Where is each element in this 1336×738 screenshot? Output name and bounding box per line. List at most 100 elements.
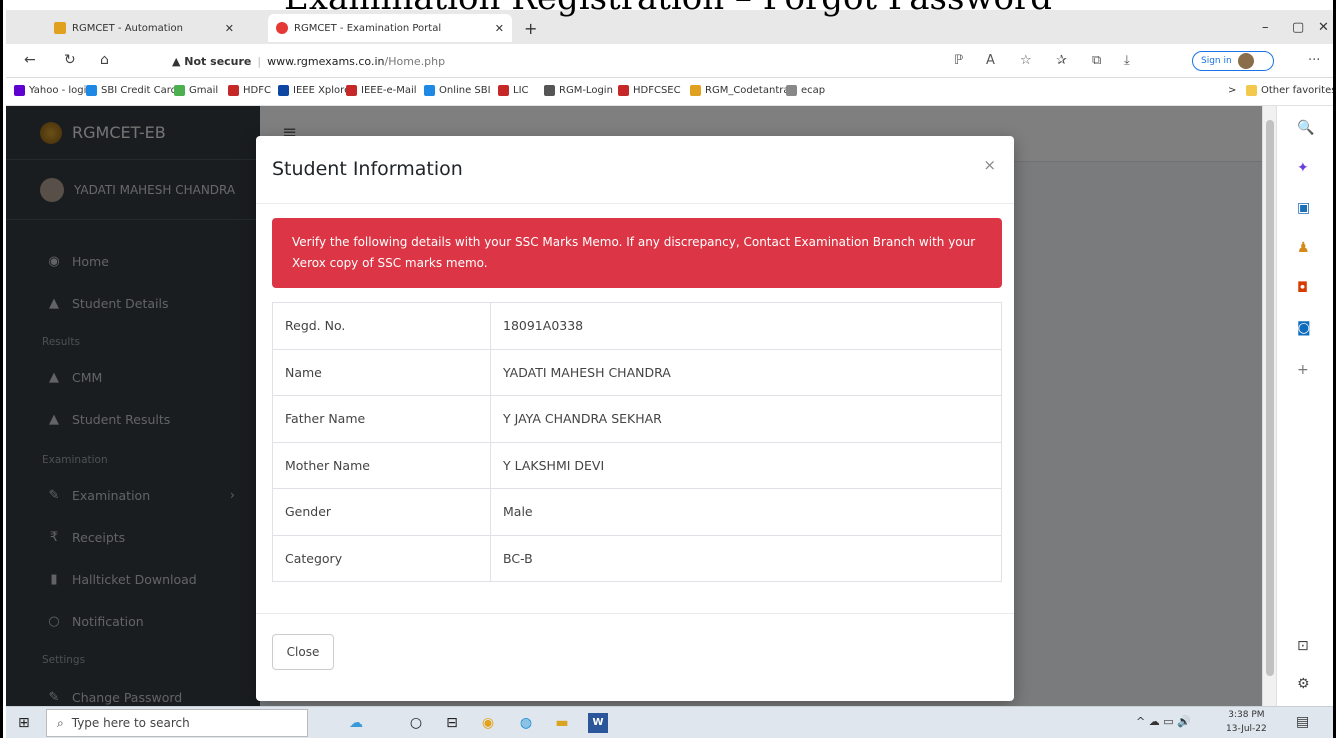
favorite-rgm-login[interactable]: RGM-Login — [544, 85, 613, 96]
document-title: Examination Registration – Forgot Passwo… — [3, 0, 1333, 18]
notifications-icon[interactable]: ▤ — [1296, 714, 1309, 730]
other-favorites[interactable]: Other favorites — [1246, 85, 1333, 96]
screenshot-frame: RGMCET - Automation ✕ RGMCET - Examinati… — [0, 0, 1336, 738]
tab-label: RGMCET - Automation — [72, 22, 183, 34]
weather-icon[interactable]: ☁ — [346, 713, 366, 733]
outlook-icon[interactable]: ◙ — [1297, 320, 1311, 336]
favorite-label: Online SBI — [439, 85, 491, 96]
scrollbar-thumb[interactable] — [1266, 120, 1274, 676]
row-value: YADATI MAHESH CHANDRA — [490, 348, 1002, 396]
discrepancy-alert: Verify the following details with your S… — [272, 218, 1002, 288]
favorite-gmail[interactable]: Gmail — [174, 85, 218, 96]
address-bar: ← ↻ ⌂ ▲ Not secure | www.rgmexams.co.in/… — [6, 44, 1333, 78]
close-icon[interactable]: × — [983, 156, 996, 174]
automation-favicon-icon — [54, 22, 66, 34]
more-icon[interactable]: ··· — [1308, 53, 1320, 68]
favorite-label: IEEE-e-Mail — [361, 85, 417, 96]
reload-icon[interactable]: ↻ — [64, 52, 76, 68]
search-icon[interactable]: 🔍 — [1297, 120, 1314, 136]
search-placeholder: Type here to search — [71, 716, 190, 730]
ieee-e-mail-favicon-icon — [346, 85, 357, 96]
window-close-icon[interactable]: ✕ — [1318, 20, 1329, 35]
tab-examination-portal[interactable]: RGMCET - Examination Portal ✕ — [268, 14, 512, 42]
row-value: Male — [490, 488, 1002, 536]
avatar — [1237, 53, 1254, 69]
url-field[interactable]: ▲ Not secure | www.rgmexams.co.in/Home.p… — [172, 50, 972, 72]
favorite-label: SBI Credit Card — [101, 85, 177, 96]
row-label: Name — [272, 348, 491, 396]
word-icon[interactable]: W — [588, 713, 608, 733]
favorite-hdfc[interactable]: HDFC — [228, 85, 271, 96]
favorite-online-sbi[interactable]: Online SBI — [424, 85, 491, 96]
task-view-icon[interactable]: ⊟ — [442, 713, 462, 733]
gear-icon[interactable]: ⚙ — [1297, 676, 1310, 692]
sbi-credit-card-favicon-icon — [86, 85, 97, 96]
rgm-login-favicon-icon — [544, 85, 555, 96]
read-aloud-icon[interactable]: ℙ — [954, 53, 963, 68]
windows-start-icon[interactable]: ⊞ — [18, 715, 30, 731]
favorite-hdfcsec[interactable]: HDFCSEC — [618, 85, 681, 96]
downloads-icon[interactable]: ⤓ — [1124, 53, 1130, 68]
favorite-label: Gmail — [189, 85, 219, 96]
favorite-ieee-e-mail[interactable]: IEEE-e-Mail — [346, 85, 417, 96]
office-icon[interactable]: ◘ — [1297, 280, 1308, 296]
edge-icon[interactable]: ◍ — [516, 713, 536, 733]
close-button[interactable]: Close — [272, 634, 334, 670]
discover-icon[interactable]: ✦ — [1297, 160, 1309, 176]
modal-title: Student Information — [272, 158, 463, 180]
system-tray-icons[interactable]: ^ ☁ ▭ 🔊 — [1136, 715, 1191, 728]
restore-icon[interactable]: ▢ — [1292, 20, 1304, 35]
page-scrollbar[interactable] — [1263, 106, 1277, 706]
favorite-sbi-credit-card[interactable]: SBI Credit Card — [86, 85, 177, 96]
favorites-bar: > Other favorites Yahoo - login SBI Credi… — [6, 78, 1333, 106]
url-path: /Home.php — [384, 54, 446, 68]
favorite-rgm-codetantra[interactable]: RGM_Codetantra — [690, 85, 789, 96]
close-icon[interactable]: ✕ — [225, 22, 234, 35]
table-row: Father Name Y JAYA CHANDRA SEKHAR — [272, 395, 1002, 443]
taskbar-search-input[interactable]: ⌕ Type here to search — [46, 709, 308, 737]
collections-icon[interactable]: ⧉ — [1092, 53, 1101, 68]
tab-automation[interactable]: RGMCET - Automation ✕ — [46, 14, 242, 42]
favorites-more-icon[interactable]: > — [1228, 85, 1236, 96]
row-value: Y JAYA CHANDRA SEKHAR — [490, 395, 1002, 443]
rgm-codetantra-favicon-icon — [690, 85, 701, 96]
file-explorer-icon[interactable]: ▬ — [552, 713, 572, 733]
favorite-star-icon[interactable]: ☆ — [1020, 53, 1032, 68]
favorite-ecap[interactable]: ecap — [786, 85, 825, 96]
hdfc-favicon-icon — [228, 85, 239, 96]
search-icon: ⌕ — [57, 715, 64, 730]
favorite-yahoo-login[interactable]: Yahoo - login — [14, 85, 93, 96]
url-host: www.rgmexams.co.in — [267, 54, 385, 68]
add-icon[interactable]: + — [1297, 362, 1309, 378]
modal-header: Student Information × — [256, 136, 1014, 204]
row-label: Father Name — [272, 395, 491, 443]
new-tab-button[interactable]: + — [516, 14, 545, 42]
online-sbi-favicon-icon — [424, 85, 435, 96]
home-icon[interactable]: ⌂ — [100, 52, 109, 68]
not-secure-indicator[interactable]: ▲ Not secure — [172, 55, 251, 68]
yahoo-login-favicon-icon — [14, 85, 25, 96]
close-icon[interactable]: ✕ — [495, 22, 504, 35]
sign-in-label: Sign in — [1201, 56, 1232, 66]
favorites-icon[interactable]: ✰ — [1056, 53, 1067, 68]
favorite-lic[interactable]: LIC — [498, 85, 529, 96]
favorite-ieee-xplore[interactable]: IEEE Xplore — [278, 85, 350, 96]
student-info-table: Regd. No. 18091A0338 Name YADATI MAHESH CH… — [272, 302, 1002, 582]
lic-favicon-icon — [498, 85, 509, 96]
cortana-icon[interactable]: ○ — [406, 713, 426, 733]
modal-footer: Close — [256, 613, 1014, 701]
back-icon[interactable]: ← — [24, 52, 36, 68]
row-value: Y LAKSHMI DEVI — [490, 441, 1002, 489]
games-icon[interactable]: ♟ — [1297, 240, 1310, 256]
table-row: Gender Male — [272, 488, 1002, 536]
tools-icon[interactable]: ▣ — [1297, 200, 1310, 216]
ecap-favicon-icon — [786, 85, 797, 96]
text-size-icon[interactable]: A — [986, 53, 995, 68]
table-row: Regd. No. 18091A0338 — [272, 302, 1002, 350]
taskbar-clock[interactable]: 3:38 PM 13-Jul-22 — [1226, 708, 1267, 736]
table-row: Mother Name Y LAKSHMI DEVI — [272, 441, 1002, 489]
split-screen-icon[interactable]: ⊡ — [1297, 638, 1309, 654]
minimize-icon[interactable]: – — [1262, 20, 1269, 35]
chrome-icon[interactable]: ◉ — [478, 713, 498, 733]
sign-in-button[interactable]: Sign in — [1192, 51, 1274, 71]
